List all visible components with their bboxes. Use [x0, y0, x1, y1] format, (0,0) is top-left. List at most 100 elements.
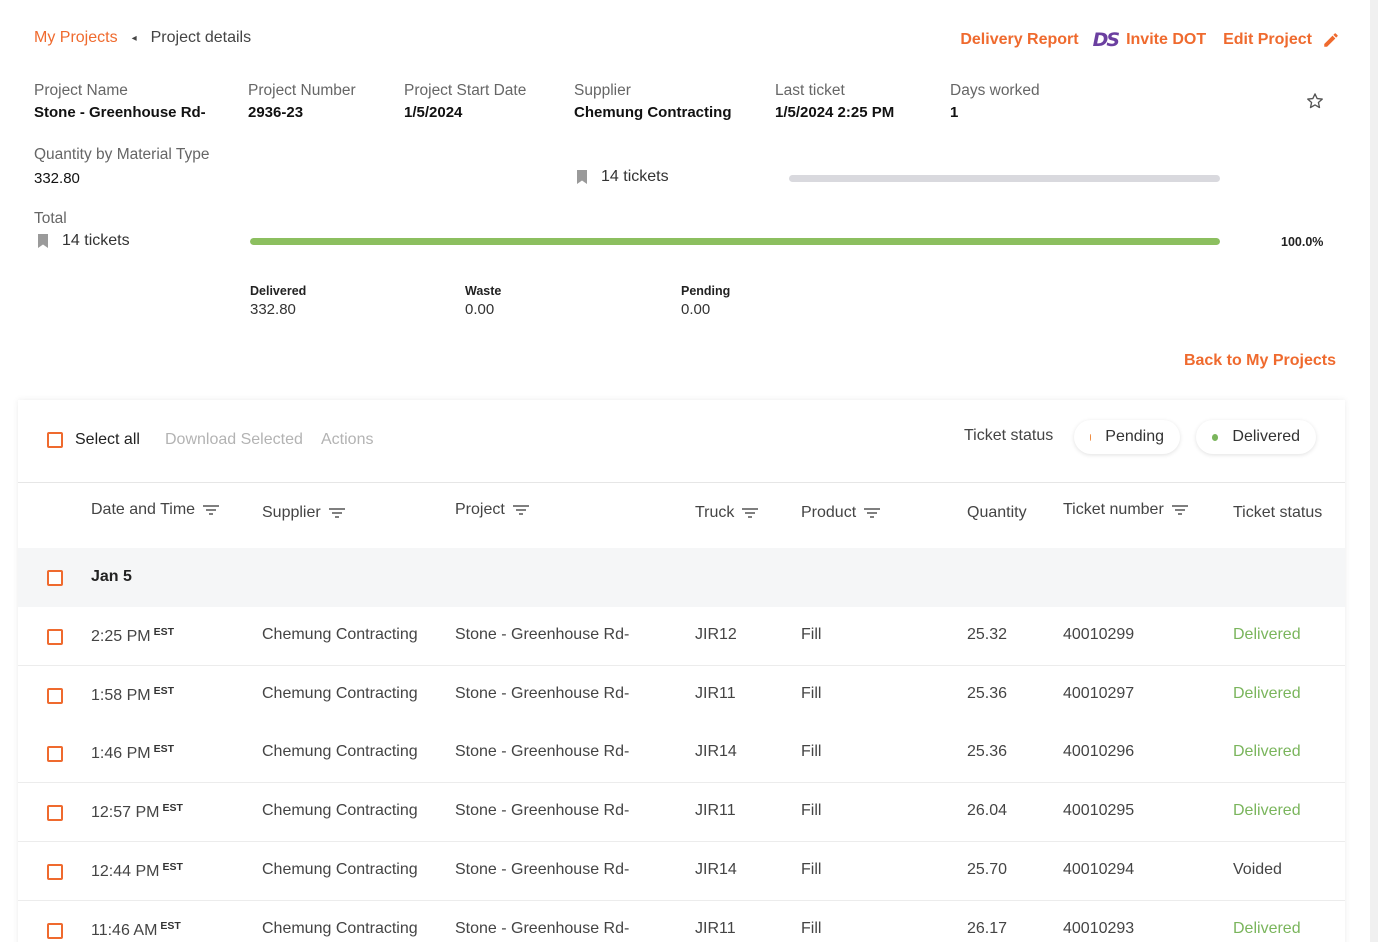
- table-row[interactable]: 12:44 PM EST Chemung Contracting Stone - Gr…: [18, 841, 1345, 901]
- row-truck: JIR11: [695, 684, 736, 702]
- row-project: Stone - Greenhouse Rd-: [455, 743, 630, 761]
- tickets-toolbar: Select all Download Selected Actions Tic…: [18, 400, 1345, 483]
- pending-pill-label: Pending: [1105, 428, 1164, 445]
- filter-lines-icon[interactable]: [328, 506, 346, 520]
- row-checkbox[interactable]: [47, 863, 63, 880]
- select-all-control[interactable]: Select all: [47, 431, 140, 449]
- breadcrumb-separator-icon: ◂: [131, 32, 137, 44]
- breadcrumb: My Projects ◂ Project details: [34, 29, 251, 47]
- row-project: Stone - Greenhouse Rd-: [455, 860, 630, 878]
- waste-stat: Waste 0.00: [465, 284, 501, 318]
- row-time: 1:58 PM EST: [91, 685, 174, 705]
- breadcrumb-my-projects-link[interactable]: My Projects: [34, 29, 118, 47]
- pending-stat-value: 0.00: [681, 301, 711, 318]
- filter-lines-icon[interactable]: [1171, 503, 1189, 517]
- last-ticket-label: Last ticket: [775, 82, 845, 99]
- row-quantity: 25.70: [967, 860, 1008, 878]
- days-worked-value: 1: [950, 104, 959, 121]
- row-checkbox[interactable]: [47, 687, 63, 704]
- row-truck: JIR11: [695, 919, 736, 937]
- page-scrollbar[interactable]: [1370, 0, 1378, 942]
- filter-lines-icon[interactable]: [741, 506, 759, 520]
- supplier-field: Supplier Chemung Contracting: [574, 82, 732, 121]
- row-project: Stone - Greenhouse Rd-: [455, 919, 630, 937]
- col-supplier[interactable]: Supplier: [262, 504, 346, 522]
- row-ticket-number: 40010299: [1063, 626, 1135, 643]
- col-truck-label: Truck: [695, 504, 735, 521]
- table-row[interactable]: 1:46 PM EST Chemung Contracting Stone - Gre…: [18, 724, 1345, 784]
- delivered-filter-pill[interactable]: Delivered: [1196, 420, 1316, 454]
- select-all-label: Select all: [75, 431, 140, 448]
- waste-stat-label: Waste: [465, 284, 502, 298]
- col-ticket-number[interactable]: Ticket number: [1063, 501, 1189, 519]
- col-quantity-label: Quantity: [967, 504, 1027, 521]
- back-to-my-projects-link[interactable]: Back to My Projects: [1184, 352, 1336, 370]
- last-ticket-value: 1/5/2024 2:25 PM: [775, 104, 895, 121]
- col-date-time[interactable]: Date and Time: [91, 501, 220, 519]
- col-project[interactable]: Project: [455, 501, 530, 519]
- project-header: My Projects ◂ Project details Delivery R…: [0, 0, 1378, 390]
- row-supplier: Chemung Contracting: [262, 860, 418, 878]
- row-time: 12:44 PM EST: [91, 861, 183, 881]
- row-supplier: Chemung Contracting: [262, 684, 418, 702]
- row-product: Fill: [801, 743, 822, 761]
- col-truck[interactable]: Truck: [695, 504, 759, 522]
- table-row[interactable]: 1:58 PM EST Chemung Contracting Stone - Gre…: [18, 665, 1345, 725]
- bookmark-icon: [38, 234, 48, 248]
- waste-stat-value: 0.00: [465, 301, 495, 318]
- row-ticket-status: Delivered: [1233, 684, 1301, 702]
- invite-dot-link[interactable]: Invite DOT: [1126, 31, 1206, 49]
- ds-logo-icon: DS: [1092, 29, 1121, 51]
- filter-lines-icon[interactable]: [202, 503, 220, 517]
- row-product: Fill: [801, 684, 822, 702]
- delivered-dot-icon: [1212, 433, 1219, 441]
- row-checkbox[interactable]: [47, 805, 63, 822]
- pending-filter-pill[interactable]: Pending: [1074, 420, 1180, 454]
- row-truck: JIR11: [695, 802, 736, 820]
- delivered-stat: Delivered 332.80: [250, 284, 306, 318]
- row-timezone: EST: [153, 626, 175, 638]
- download-selected-button[interactable]: Download Selected: [165, 431, 303, 449]
- row-product: Fill: [801, 802, 822, 820]
- row-timezone: EST: [162, 802, 183, 815]
- row-supplier: Chemung Contracting: [262, 743, 418, 761]
- row-truck: JIR12: [695, 626, 737, 643]
- row-ticket-number: 40010295: [1063, 802, 1135, 820]
- row-quantity: 25.36: [967, 743, 1008, 761]
- select-all-checkbox[interactable]: [47, 432, 63, 448]
- row-time: 2:25 PM EST: [91, 626, 174, 646]
- row-quantity: 25.32: [967, 626, 1008, 643]
- delivered-pill-label: Delivered: [1232, 428, 1300, 445]
- row-checkbox[interactable]: [47, 746, 63, 763]
- delivered-stat-value: 332.80: [250, 301, 296, 318]
- row-checkbox[interactable]: [47, 629, 63, 645]
- star-outline-icon[interactable]: [1305, 91, 1325, 111]
- edit-project-button[interactable]: Edit Project: [1223, 31, 1340, 49]
- group-checkbox[interactable]: [47, 570, 63, 586]
- row-time-value: 12:57 PM: [91, 804, 160, 822]
- total-block: Total: [34, 210, 67, 232]
- row-checkbox[interactable]: [47, 922, 63, 939]
- total-label: Total: [34, 210, 67, 227]
- row-ticket-status: Delivered: [1233, 919, 1301, 937]
- filter-lines-icon[interactable]: [863, 506, 881, 520]
- col-product[interactable]: Product: [801, 504, 881, 522]
- filter-lines-icon[interactable]: [512, 503, 530, 517]
- total-percent: 100.0%: [1281, 235, 1324, 249]
- row-ticket-status: Delivered: [1233, 626, 1301, 643]
- actions-button[interactable]: Actions: [321, 431, 373, 449]
- breadcrumb-current: Project details: [150, 29, 252, 46]
- row-ticket-number: 40010293: [1063, 919, 1135, 937]
- delivery-report-link[interactable]: Delivery Report: [960, 31, 1078, 49]
- table-row[interactable]: 11:46 AM EST Chemung Contracting Stone - Gr…: [18, 900, 1345, 942]
- material-tickets-count: 14 tickets: [577, 168, 669, 186]
- row-quantity: 26.17: [967, 919, 1008, 937]
- project-number-value: 2936-23: [248, 104, 304, 121]
- row-timezone: EST: [153, 743, 175, 756]
- project-name-label: Project Name: [34, 82, 128, 99]
- row-supplier: Chemung Contracting: [262, 919, 418, 937]
- delivered-stat-label: Delivered: [250, 284, 307, 298]
- table-row[interactable]: 12:57 PM EST Chemung Contracting Stone - Gr…: [18, 783, 1345, 843]
- table-row[interactable]: 2:25 PM EST Chemung Contracting Stone - Gre…: [18, 607, 1345, 666]
- row-time-value: 1:46 PM: [91, 745, 151, 763]
